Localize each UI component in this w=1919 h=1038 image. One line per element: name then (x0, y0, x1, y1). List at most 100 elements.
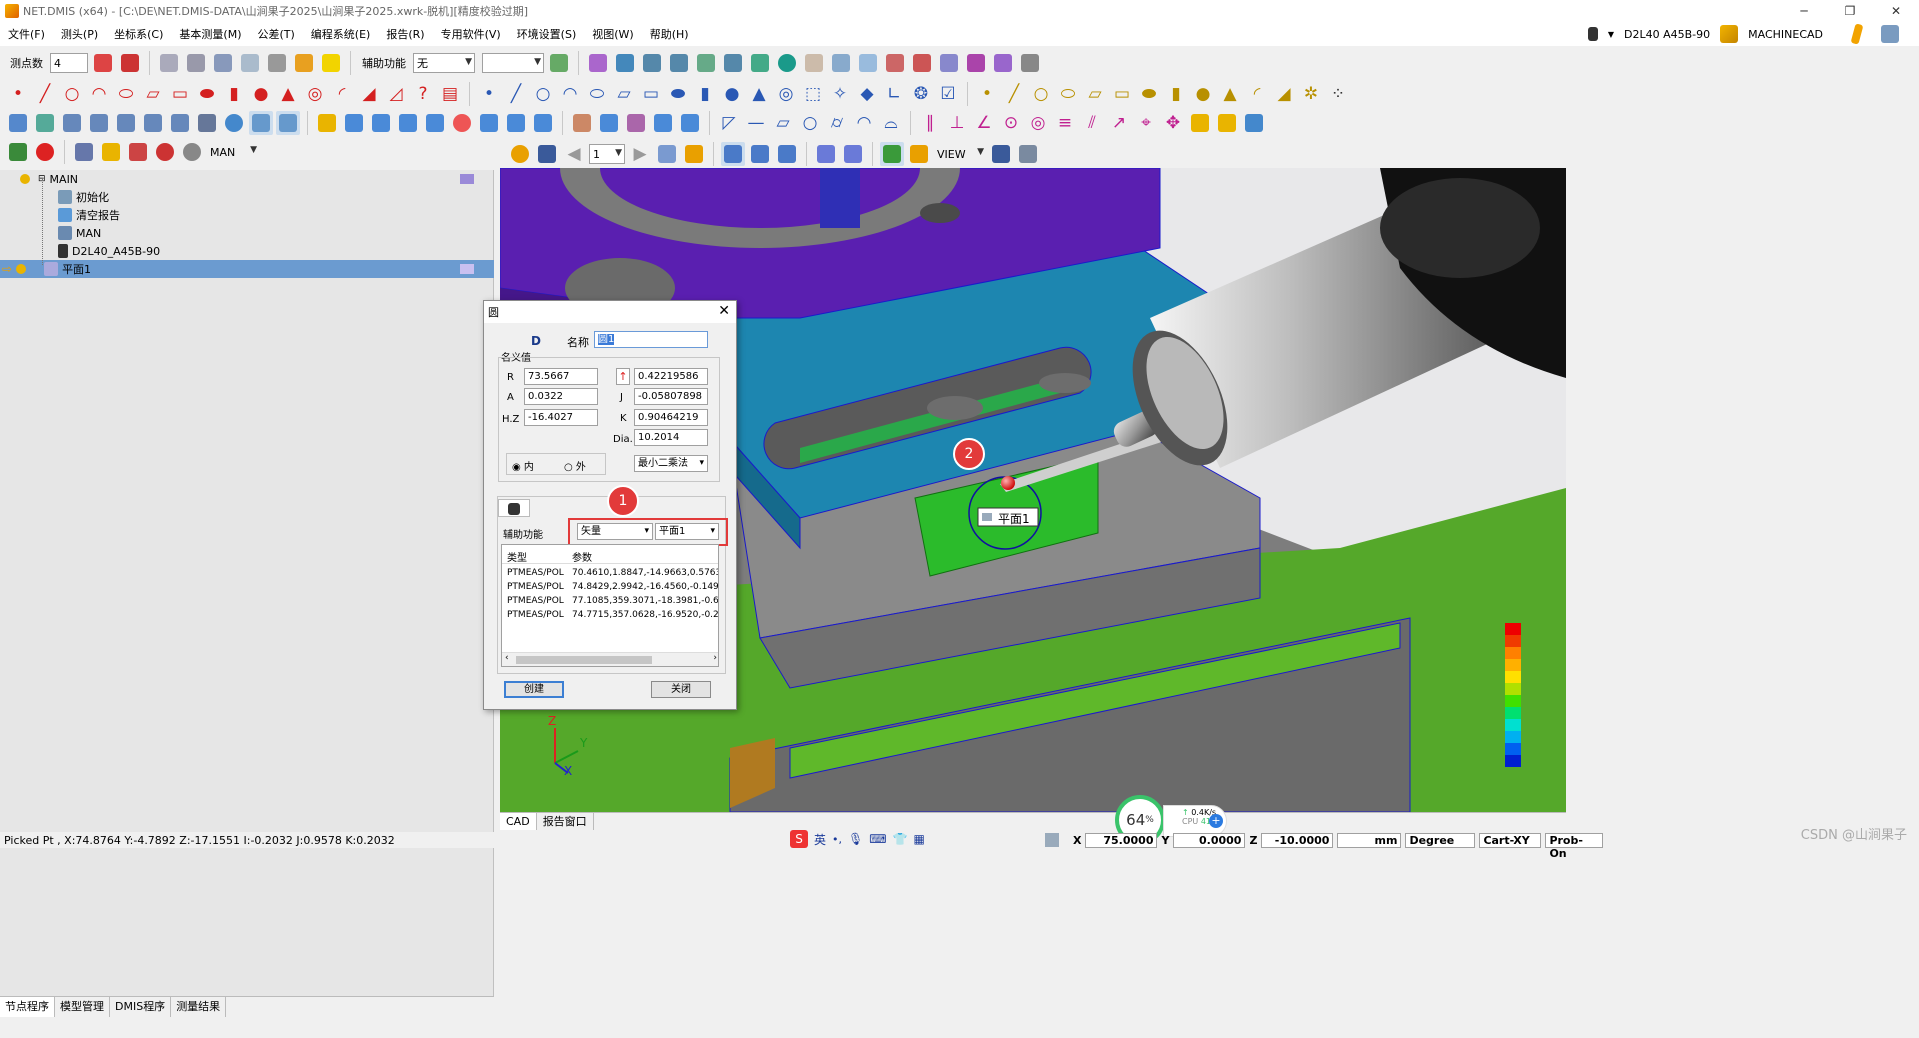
maximize-button[interactable]: ❐ (1827, 0, 1873, 22)
tol-button-5[interactable] (423, 111, 447, 135)
construct-check-icon[interactable]: ☑ (936, 82, 960, 106)
menu-settings[interactable]: 环境设置(S) (509, 26, 585, 42)
extract-curve-icon[interactable]: ◜ (1245, 82, 1269, 106)
gfx-table-button[interactable] (880, 142, 904, 166)
measure-tool-4[interactable] (667, 51, 691, 75)
hz-input[interactable]: -16.4027 (524, 409, 598, 426)
extract-circle-icon[interactable]: ○ (1029, 82, 1053, 106)
dim-plane-icon[interactable]: ▱ (771, 111, 795, 135)
points-count-input[interactable]: 4 (50, 53, 88, 73)
measure-tool-6[interactable] (721, 51, 745, 75)
layout-icon[interactable] (1881, 25, 1899, 43)
aux-function-select[interactable]: 无 ▼ (413, 53, 475, 73)
measure-tool-2[interactable] (613, 51, 637, 75)
line-icon[interactable]: ╱ (33, 82, 57, 106)
construct-ellipse-icon[interactable]: ⬭ (585, 82, 609, 106)
construct-rect-icon[interactable]: ▭ (639, 82, 663, 106)
gfx-grid-button[interactable] (775, 142, 799, 166)
i-input[interactable]: 0.42219586 (634, 368, 708, 385)
menu-programming[interactable]: 编程系统(E) (303, 26, 379, 42)
measure-tool-7[interactable] (748, 51, 772, 75)
tree-row-plane1[interactable]: ⇨ 平面1 (0, 260, 494, 278)
report-button-4[interactable] (651, 111, 675, 135)
stop-button[interactable] (33, 140, 57, 164)
scroll-right-icon[interactable]: › (713, 653, 717, 663)
gfx-zoom-button[interactable] (1016, 142, 1040, 166)
tree-row-man[interactable]: MAN (0, 224, 494, 242)
gfx-view-button-1[interactable] (721, 142, 745, 166)
rps-button[interactable] (114, 111, 138, 135)
prev-page-icon[interactable]: ◀ (562, 142, 586, 166)
gfx-view-button-2[interactable] (748, 142, 772, 166)
construct-plane-icon[interactable]: ▱ (612, 82, 636, 106)
cylinder-icon[interactable]: ▮ (222, 82, 246, 106)
translate-button[interactable] (195, 111, 219, 135)
tol-button-9[interactable] (531, 111, 555, 135)
close-button[interactable]: ✕ (1873, 0, 1919, 22)
calc-button[interactable] (265, 51, 289, 75)
extract-rect-icon[interactable]: ▭ (1110, 82, 1134, 106)
report-output3-button[interactable] (1242, 111, 1266, 135)
tol-button-6[interactable] (450, 111, 474, 135)
menu-special[interactable]: 专用软件(V) (433, 26, 509, 42)
measure-tool-16[interactable] (991, 51, 1015, 75)
tree-row-probe[interactable]: D2L40_A45B-90 (0, 242, 494, 260)
true-position-icon[interactable]: ⌖ (1134, 111, 1158, 135)
construct-point-icon[interactable]: • (477, 82, 501, 106)
curve-icon[interactable]: ◜ (330, 82, 354, 106)
menu-coord[interactable]: 坐标系(C) (106, 26, 171, 42)
measure-tool-11[interactable] (856, 51, 880, 75)
view-select[interactable]: VIEW ▼ (934, 144, 986, 164)
measure-tool-12[interactable] (883, 51, 907, 75)
bestfit-button[interactable] (249, 111, 273, 135)
dialog-close-icon[interactable]: ✕ (718, 303, 730, 319)
graph-button[interactable] (6, 140, 30, 164)
pin-button[interactable] (153, 140, 177, 164)
rotate-button[interactable] (222, 111, 246, 135)
r-input[interactable]: 73.5667 (524, 368, 598, 385)
tab-dmis-program[interactable]: DMIS程序 (110, 997, 172, 1017)
construct-sphere-icon[interactable]: ● (720, 82, 744, 106)
machine-icon[interactable] (1720, 25, 1739, 43)
extract-cone-icon[interactable]: ▲ (1218, 82, 1242, 106)
parallelism-icon[interactable]: ∥ (918, 111, 942, 135)
dim-line-icon[interactable]: — (744, 111, 768, 135)
torus-icon[interactable]: ◎ (303, 82, 327, 106)
tab-report-window[interactable]: 报告窗口 (537, 813, 594, 830)
coord-button[interactable] (60, 111, 84, 135)
menu-probe[interactable]: 测头(P) (53, 26, 106, 42)
point-icon[interactable]: • (6, 82, 30, 106)
perpendicularity-icon[interactable]: ⊥ (945, 111, 969, 135)
xyz-button[interactable] (238, 51, 262, 75)
outer-radio[interactable]: ○ 外 (564, 458, 586, 473)
mode-select[interactable]: MAN ▼ (207, 142, 259, 162)
profile-surface-icon[interactable]: ✥ (1161, 111, 1185, 135)
tab-measure-results[interactable]: 测量结果 (171, 997, 227, 1017)
gfx-dp-button[interactable] (841, 142, 865, 166)
warning-button[interactable] (319, 51, 343, 75)
dia-input[interactable]: 10.2014 (634, 429, 708, 446)
erase-all-button[interactable] (118, 51, 142, 75)
construct-cylinder-icon[interactable]: ▮ (693, 82, 717, 106)
measure-tool-9[interactable] (802, 51, 826, 75)
measure-tool-17[interactable] (1018, 51, 1042, 75)
report-button-1[interactable] (570, 111, 594, 135)
coord2-button[interactable] (87, 111, 111, 135)
tree-row-init[interactable]: 初始化 (0, 188, 494, 206)
close-dialog-button[interactable]: 关闭 (651, 681, 711, 698)
inner-radio[interactable]: ◉ 内 (512, 458, 534, 473)
menu-measure[interactable]: 基本测量(M) (171, 26, 249, 42)
construct-torus-icon[interactable]: ◎ (774, 82, 798, 106)
dots-icon[interactable]: ⁘ (1326, 82, 1350, 106)
extract-pattern-icon[interactable]: ✲ (1299, 82, 1323, 106)
keyboard-icon[interactable]: ⌨ (869, 832, 886, 846)
angle-icon[interactable]: ◿ (384, 82, 408, 106)
bestfit2-button[interactable] (276, 111, 300, 135)
extract-sphere-icon[interactable]: ● (1191, 82, 1215, 106)
report-button-2[interactable] (597, 111, 621, 135)
microphone-icon[interactable]: 🎙 (848, 832, 863, 846)
fit-method-select[interactable]: 最小二乘法 ▾ (634, 455, 708, 472)
report-output2-button[interactable] (1215, 111, 1239, 135)
add-icon[interactable]: + (1209, 814, 1223, 828)
extract-plane-icon[interactable]: ▱ (1083, 82, 1107, 106)
